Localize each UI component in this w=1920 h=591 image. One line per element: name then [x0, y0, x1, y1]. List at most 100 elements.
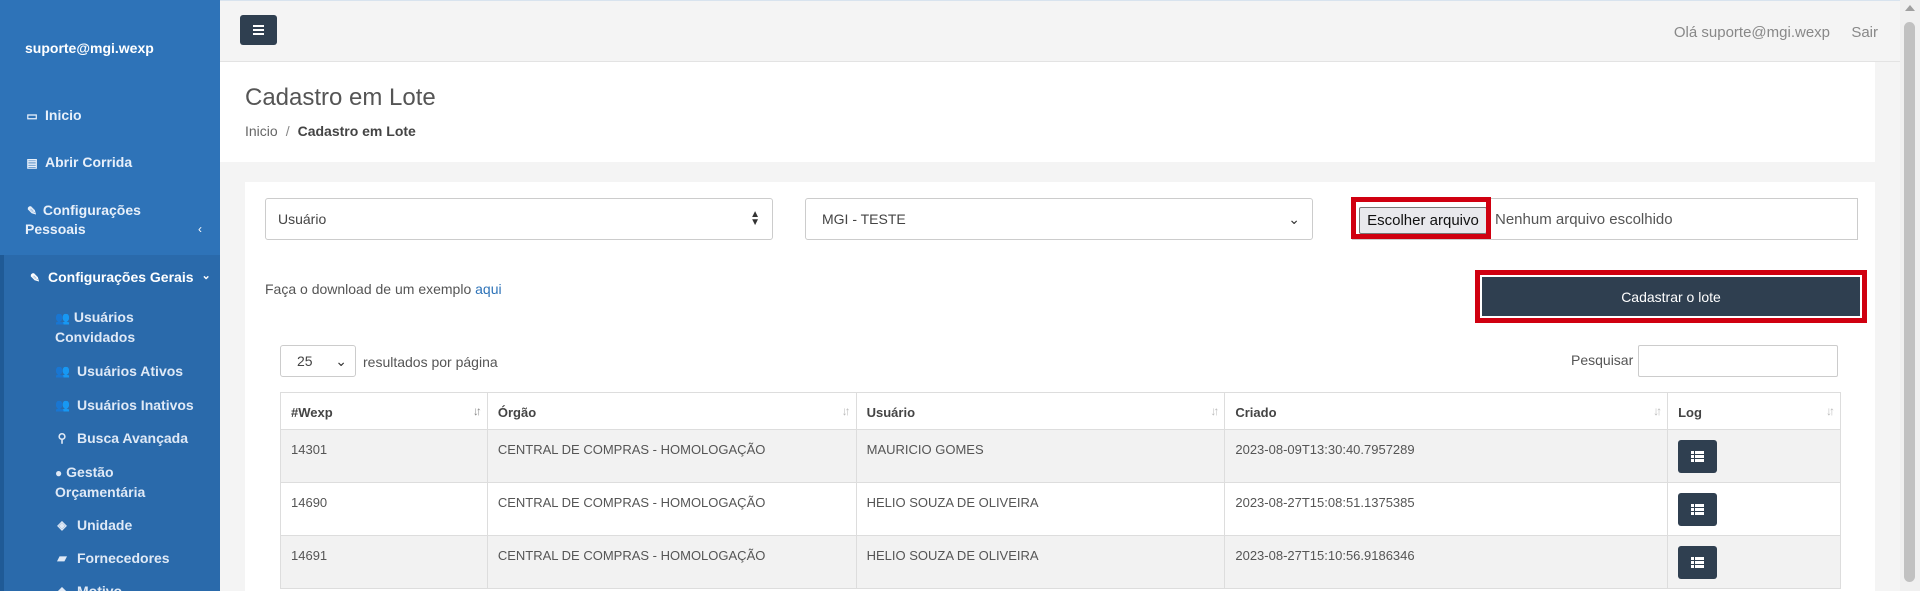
table-row: 14301 CENTRAL DE COMPRAS - HOMOLOGAÇÃO M… [280, 429, 1841, 483]
cell-wexp: 14691 [280, 535, 488, 589]
breadcrumb: Inicio / Cadastro em Lote [245, 123, 416, 139]
main-panel: Usuário ▲ ▼ MGI - TESTE ⌄ Escolher arquiv… [245, 182, 1875, 591]
column-label: Usuário [866, 405, 916, 420]
users-icon: 👥 [55, 364, 70, 378]
breadcrumb-current: Cadastro em Lote [297, 123, 416, 139]
log-button[interactable] [1678, 546, 1718, 579]
sidebar-subitem-usuarios-convidados[interactable]: 👥 Usuários Convidados [55, 308, 175, 347]
sidebar-item-label: Unidade [77, 517, 133, 533]
cell-wexp: 14301 [280, 429, 488, 483]
sort-icon: ↓↑ [1653, 404, 1662, 418]
scrollbar-thumb[interactable] [1904, 22, 1915, 582]
users-icon: 👥 [55, 311, 70, 325]
sidebar-item-abrir-corrida[interactable]: ▤ Abrir Corrida [25, 154, 132, 170]
tag-icon: ◆ [57, 584, 67, 591]
list-icon [1691, 557, 1705, 568]
column-header-orgao[interactable]: Órgão ↓↑ [486, 392, 857, 430]
sort-arrows-icon: ▲ ▼ [750, 209, 760, 228]
list-icon [1691, 504, 1705, 515]
sidebar-active-section [0, 255, 220, 591]
sidebar-user: suporte@mgi.wexp [25, 40, 154, 56]
org-select-value: MGI - TESTE [822, 211, 906, 227]
sidebar: suporte@mgi.wexp ▭ Inicio ▤ Abrir Corrid… [0, 0, 220, 591]
cell-criado: 2023-08-27T15:08:51.1375385 [1224, 482, 1669, 536]
car-icon: ▰ [57, 551, 67, 565]
column-header-log[interactable]: Log ↓↑ [1667, 392, 1841, 430]
menu-toggle-button[interactable] [240, 15, 277, 45]
sidebar-subitem-gestao-orcamentaria[interactable]: ● Gestão Orçamentária [55, 463, 175, 502]
sidebar-item-label: Abrir Corrida [45, 154, 133, 170]
file-status: Nenhum arquivo escolhido [1495, 211, 1673, 228]
list-alt-icon: ▤ [26, 156, 38, 170]
cell-criado: 2023-08-09T13:30:40.7957289 [1224, 429, 1669, 483]
page-title: Cadastro em Lote [245, 84, 436, 111]
cell-usuario: MAURICIO GOMES [855, 429, 1226, 483]
edit-icon: ✎ [26, 204, 38, 218]
log-button[interactable] [1678, 493, 1718, 526]
sort-icon: ↓↑ [841, 404, 851, 418]
user-greeting: Olá suporte@mgi.wexp [1673, 24, 1830, 41]
scroll-up-arrow-icon[interactable] [1905, 5, 1915, 11]
sidebar-subitem-text: ● Gestão Orçamentária [55, 464, 146, 500]
column-label: Log [1678, 405, 1702, 420]
sidebar-item-label: Configurações Gerais [48, 269, 194, 285]
cubes-icon: ◈ [57, 518, 67, 532]
chevron-down-icon: ⌄ [1288, 210, 1300, 227]
table-row: 14690 CENTRAL DE COMPRAS - HOMOLOGAÇÃO H… [280, 482, 1841, 536]
breadcrumb-home[interactable]: Inicio [245, 123, 278, 139]
sidebar-item-configuracoes-pessoais[interactable]: ✎ Configurações Pessoais [25, 201, 145, 239]
cell-log [1667, 535, 1841, 589]
log-button[interactable] [1678, 440, 1718, 473]
sidebar-item-label: Inicio [45, 107, 82, 123]
cell-orgao: CENTRAL DE COMPRAS - HOMOLOGAÇÃO [486, 482, 857, 536]
cell-log [1667, 482, 1841, 536]
download-example: Faça o download de um exemplo aqui [265, 281, 502, 297]
logout-link[interactable]: Sair [1851, 24, 1878, 41]
type-select[interactable]: Usuário ▲ ▼ [265, 198, 773, 240]
list-icon [1691, 451, 1705, 462]
column-header-criado[interactable]: Criado ↓↑ [1224, 392, 1669, 430]
column-header-usuario[interactable]: Usuário ↓↑ [855, 392, 1226, 430]
org-select[interactable]: MGI - TESTE ⌄ [805, 198, 1313, 240]
column-header-wexp[interactable]: #Wexp ↓↑ [280, 392, 488, 430]
page-length-label: resultados por página [363, 354, 498, 370]
sidebar-subitem-busca-avancada[interactable]: ⚲ Busca Avançada [55, 429, 188, 448]
page-length-value: 25 [297, 353, 313, 369]
sidebar-item-label: ✎ Configurações Pessoais [25, 202, 141, 237]
sidebar-item-label: Busca Avançada [77, 430, 189, 446]
page-header: Cadastro em Lote Inicio / Cadastro em Lote [220, 62, 1875, 162]
highlight-box-file [1351, 197, 1491, 239]
chevron-left-icon: ‹ [198, 222, 202, 236]
sort-icon: ↓↑ [1826, 404, 1835, 418]
download-link[interactable]: aqui [475, 281, 501, 297]
column-label: Órgão [497, 405, 537, 420]
submit-batch-button[interactable]: Cadastrar o lote [1482, 277, 1860, 316]
cell-usuario: HELIO SOUZA DE OLIVEIRA [855, 535, 1226, 589]
sidebar-subitem-motivo[interactable]: ◆ Motivo [55, 582, 122, 591]
sidebar-item-inicio[interactable]: ▭ Inicio [25, 107, 82, 123]
type-select-value: Usuário [278, 211, 327, 227]
sidebar-item-label: Usuários Inativos [77, 397, 194, 413]
sort-icon: ↓↑ [1210, 404, 1219, 418]
sidebar-subitem-usuarios-inativos[interactable]: 👥 Usuários Inativos [55, 396, 194, 415]
cell-orgao: CENTRAL DE COMPRAS - HOMOLOGAÇÃO [486, 429, 857, 483]
topbar: Olá suporte@mgi.wexp Sair [220, 0, 1900, 62]
cell-log [1667, 429, 1841, 483]
sidebar-subitem-fornecedores[interactable]: ▰ Fornecedores [55, 549, 170, 568]
chevron-down-icon: ⌄ [201, 270, 211, 282]
page-length-select[interactable]: 25 ⌄ [280, 345, 356, 377]
table-header-row: #Wexp ↓↑ Órgão ↓↑ Usuário ↓↑ Criado ↓↑ Log ↓↑ [280, 392, 1841, 430]
sidebar-item-label: Motivo [77, 583, 123, 591]
sidebar-subitem-unidade[interactable]: ◈ Unidade [55, 516, 132, 535]
search-input[interactable] [1638, 345, 1838, 377]
sidebar-subitem-usuarios-ativos[interactable]: 👥 Usuários Ativos [55, 362, 183, 381]
budget-icon: ● [55, 466, 63, 480]
hamburger-icon [253, 29, 264, 31]
download-text: Faça o download de um exemplo [265, 281, 472, 297]
column-label: #Wexp [291, 405, 333, 420]
sidebar-item-configuracoes-gerais[interactable]: ✎ Configurações Gerais ⌄ [28, 269, 211, 285]
chevron-down-icon: ⌄ [335, 352, 347, 369]
edit-icon: ✎ [29, 271, 41, 285]
sidebar-active-indicator [0, 255, 4, 591]
sidebar-item-label: Fornecedores [77, 550, 170, 566]
